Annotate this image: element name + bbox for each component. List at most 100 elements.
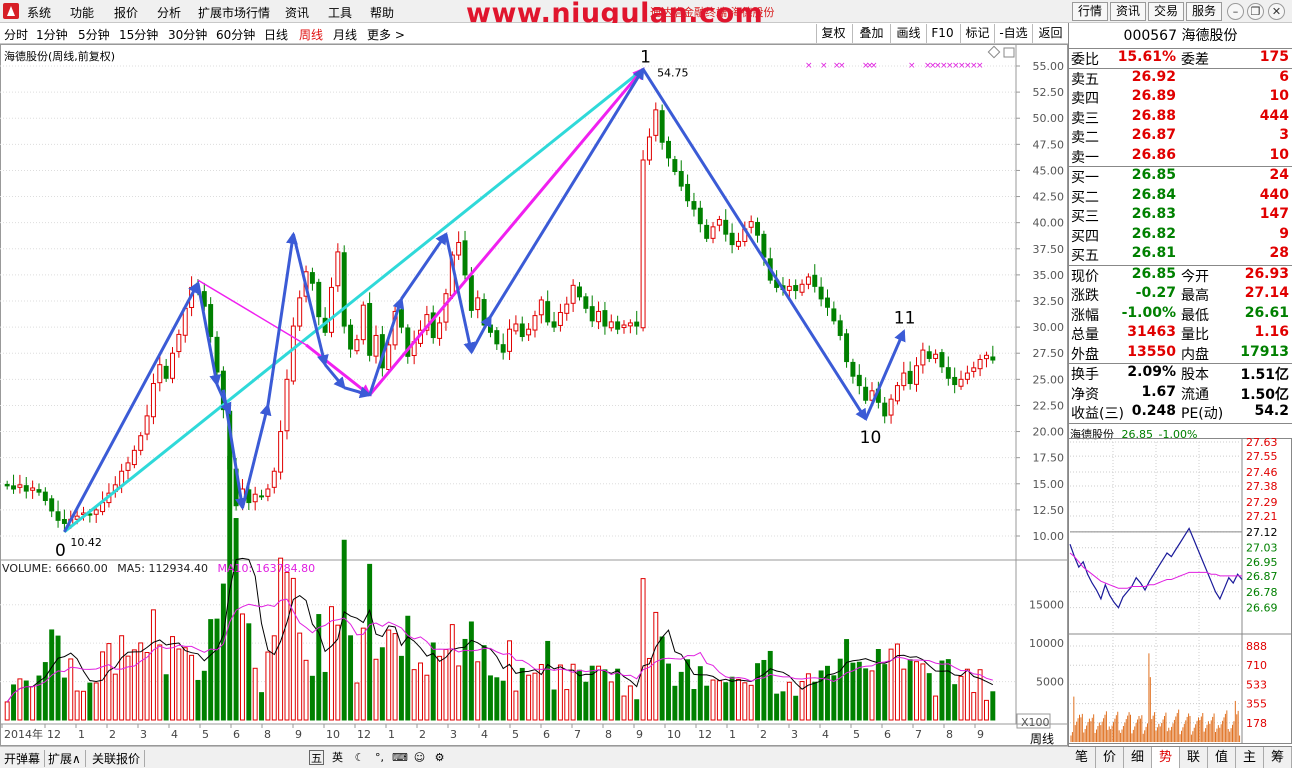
- stat-row: 换手 2.09% 股本 1.51亿: [1069, 364, 1292, 384]
- volume-legend: VOLUME: 66660.00 MA5: 112934.40 MA10: 16…: [2, 562, 321, 575]
- settings-icon[interactable]: ⚙: [432, 750, 447, 765]
- tool-back[interactable]: 返回: [1032, 24, 1068, 43]
- keyboard-icon[interactable]: ⌨: [392, 750, 408, 765]
- volume-bar: [214, 618, 220, 721]
- period-30min[interactable]: 30分钟: [168, 26, 207, 43]
- menu-quote[interactable]: 报价: [114, 4, 138, 21]
- candle: [526, 323, 532, 342]
- volume-bar: [201, 670, 207, 721]
- menu-news[interactable]: 资讯: [285, 4, 309, 21]
- candle: [735, 232, 741, 250]
- moon-icon[interactable]: ☾: [352, 750, 367, 765]
- tool-overlay[interactable]: 叠加: [852, 24, 890, 43]
- candle: [799, 279, 805, 296]
- candle-body: [329, 286, 334, 333]
- bottom-tab[interactable]: 筹: [1264, 747, 1292, 768]
- candle: [538, 296, 544, 324]
- period-15min[interactable]: 15分钟: [119, 26, 158, 43]
- ime-english-toggle[interactable]: 英: [330, 750, 345, 765]
- volume-bar: [805, 673, 811, 721]
- restore-icon[interactable]: ❐: [1247, 3, 1264, 20]
- bottom-tab[interactable]: 势: [1152, 747, 1180, 768]
- period-1min[interactable]: 1分钟: [36, 26, 68, 43]
- candle: [672, 155, 678, 176]
- button-hq[interactable]: 行情: [1072, 2, 1108, 21]
- candle-body: [341, 252, 347, 327]
- candle: [487, 320, 493, 338]
- candle: [278, 420, 284, 480]
- candle-body: [646, 136, 652, 161]
- menu-analysis[interactable]: 分析: [157, 4, 181, 21]
- mini-price-tick: 26.69: [1246, 602, 1278, 615]
- user-icon[interactable]: ☺: [412, 750, 427, 765]
- expand-button[interactable]: 扩展∧: [48, 750, 86, 767]
- x-tick-label: 10: [667, 728, 681, 741]
- tool-fuquan[interactable]: 复权: [816, 24, 850, 43]
- candle: [475, 290, 481, 319]
- candle-body: [297, 297, 303, 327]
- tool-draw[interactable]: 画线: [890, 24, 926, 43]
- volume-bar: [875, 649, 881, 721]
- ask-row-l1: 卖三: [1071, 110, 1099, 127]
- related-quote-button[interactable]: 关联报价: [92, 750, 146, 767]
- price-tick-label: 12.50: [1033, 504, 1065, 517]
- candle-body: [602, 310, 608, 327]
- period-monthly[interactable]: 月线: [333, 26, 357, 43]
- period-daily[interactable]: 日线: [264, 26, 288, 43]
- kline-chart-panel[interactable]: 55.00 52.50 50.00 47.50 45.00 42.50 40.00 37.50…: [0, 44, 1068, 746]
- button-info[interactable]: 资讯: [1110, 2, 1146, 21]
- button-trade[interactable]: 交易: [1148, 2, 1184, 21]
- candle: [697, 200, 703, 233]
- intraday-mini-chart[interactable]: 27.6327.55 27.4627.38 27.2927.21 27.12 27.03…: [1068, 438, 1292, 744]
- volume-bar: [990, 691, 996, 721]
- close-icon[interactable]: ✕: [1268, 3, 1285, 20]
- bottom-tab[interactable]: 值: [1208, 747, 1236, 768]
- stat-row-v1: 13550: [1127, 343, 1176, 360]
- bottom-tab[interactable]: 主: [1236, 747, 1264, 768]
- x-tick-label: 9: [295, 728, 302, 741]
- bid-row-v1: 26.83: [1131, 206, 1176, 222]
- menu-function[interactable]: 功能: [70, 4, 94, 21]
- menu-help[interactable]: 帮助: [370, 4, 394, 21]
- bottom-tab[interactable]: 细: [1124, 747, 1152, 768]
- ime-mode-icon[interactable]: 五: [309, 750, 324, 765]
- volume-bar: [494, 677, 500, 721]
- period-more[interactable]: 更多 >: [367, 26, 405, 43]
- period-60min[interactable]: 60分钟: [216, 26, 255, 43]
- ask-row-v1: 26.88: [1131, 107, 1176, 124]
- candle-body: [532, 315, 538, 331]
- bottom-tab[interactable]: 笔: [1068, 747, 1096, 768]
- period-fenshi[interactable]: 分时: [4, 26, 28, 43]
- x-tick-label: 2: [419, 728, 426, 741]
- kline-chart[interactable]: 55.00 52.50 50.00 47.50 45.00 42.50 40.00 37.50…: [0, 44, 1068, 746]
- weibi-value: 15.61%: [1117, 49, 1176, 65]
- bottom-tab[interactable]: 价: [1096, 747, 1124, 768]
- app-logo-icon[interactable]: [3, 3, 19, 19]
- stat-row-l2: 股本: [1181, 367, 1209, 383]
- volume-bar: [138, 642, 144, 721]
- period-5min[interactable]: 5分钟: [78, 26, 110, 43]
- candle-body: [290, 325, 296, 382]
- candle: [23, 476, 29, 499]
- period-weekly[interactable]: 周线: [299, 26, 323, 43]
- candle-body: [278, 431, 284, 473]
- candle-body: [933, 353, 939, 359]
- bottom-tab[interactable]: 联: [1180, 747, 1208, 768]
- button-service[interactable]: 服务: [1186, 2, 1222, 21]
- danmu-button[interactable]: 开弹幕: [4, 750, 46, 767]
- punct-icon[interactable]: °,: [372, 750, 387, 765]
- candle-body: [825, 297, 830, 308]
- wave-arrow: [266, 231, 298, 406]
- tool-f10[interactable]: F10: [926, 24, 958, 43]
- menu-extended-market[interactable]: 扩展市场行情: [198, 4, 270, 21]
- minimize-icon[interactable]: –: [1227, 3, 1244, 20]
- menu-tools[interactable]: 工具: [328, 4, 352, 21]
- candle: [856, 364, 862, 395]
- tool-watchlist[interactable]: -自选: [994, 24, 1032, 43]
- menu-system[interactable]: 系统: [27, 4, 51, 21]
- candle: [964, 365, 970, 385]
- tool-mark[interactable]: 标记: [960, 24, 994, 43]
- candle: [430, 305, 436, 344]
- bid-row: 买三 26.83 147: [1069, 206, 1292, 226]
- x-tick-label: 3: [140, 728, 147, 741]
